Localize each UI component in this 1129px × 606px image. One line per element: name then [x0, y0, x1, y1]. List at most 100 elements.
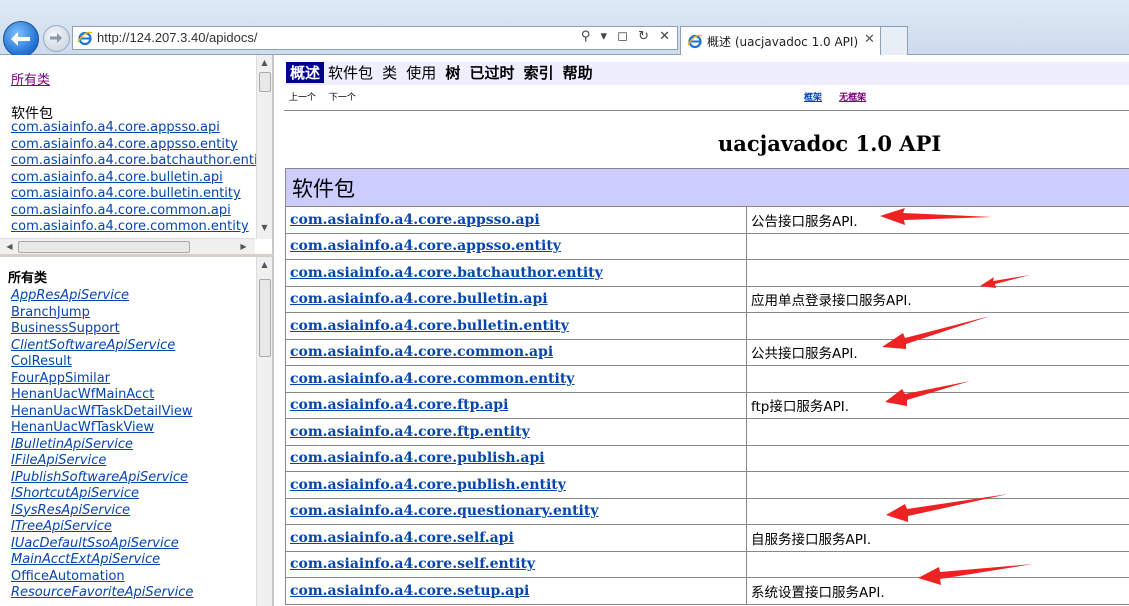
nav-overview[interactable]: 概述 [286, 62, 325, 83]
address-bar-tools-icon[interactable]: ⚲ ▾ ◻ ↻ ✕ [581, 29, 673, 44]
class-link[interactable]: BusinessSupport [11, 321, 120, 336]
class-link[interactable]: IFileApiService [11, 453, 106, 468]
class-link[interactable]: HenanUacWfMainAcct [11, 387, 154, 402]
class-list-item: BranchJump [11, 305, 193, 322]
url-text[interactable]: http://124.207.3.40/apidocs/ [97, 30, 257, 45]
package-summary-link[interactable]: com.asiainfo.a4.core.appsso.entity [290, 238, 561, 254]
tab-close-icon[interactable]: ✕ [864, 32, 875, 47]
class-link[interactable]: ResourceFavoriteApiService [11, 585, 193, 600]
package-description: 公告接口服务API. [751, 213, 858, 230]
class-list-item: OfficeAutomation [11, 569, 193, 586]
table-row: com.asiainfo.a4.core.batchauthor.entity [285, 259, 1129, 287]
nav-help[interactable]: 帮助 [563, 62, 593, 83]
description-cell [746, 365, 1129, 393]
package-cell: com.asiainfo.a4.core.publish.entity [285, 471, 747, 499]
class-link[interactable]: HenanUacWfTaskView [11, 420, 154, 435]
package-summary-link[interactable]: com.asiainfo.a4.core.bulletin.entity [290, 318, 569, 334]
address-bar[interactable]: http://124.207.3.40/apidocs/ ⚲ ▾ ◻ ↻ ✕ [72, 26, 678, 50]
package-summary-link[interactable]: com.asiainfo.a4.core.setup.api [290, 583, 529, 599]
package-summary-link[interactable]: com.asiainfo.a4.core.questionary.entity [290, 503, 598, 519]
class-list-item: IFileApiService [11, 453, 193, 470]
package-summary-table: 软件包 com.asiainfo.a4.core.appsso.api 公告接口服… [285, 168, 1129, 605]
package-link[interactable]: com.asiainfo.a4.core.bulletin.api [11, 170, 223, 185]
description-cell [746, 259, 1129, 287]
package-summary-link[interactable]: com.asiainfo.a4.core.batchauthor.entity [290, 265, 603, 281]
scroll-thumb[interactable] [259, 72, 271, 92]
class-list-item: ITreeApiService [11, 519, 193, 536]
package-link[interactable]: com.asiainfo.a4.core.appsso.api [11, 120, 220, 135]
scroll-right-icon[interactable]: ▶ [236, 239, 251, 254]
nav-package: 软件包 [328, 64, 374, 82]
class-link[interactable]: HenanUacWfTaskDetailView [11, 404, 192, 419]
package-summary-link[interactable]: com.asiainfo.a4.core.ftp.api [290, 397, 508, 413]
description-cell [746, 232, 1129, 260]
package-summary-link[interactable]: com.asiainfo.a4.core.publish.api [290, 450, 545, 466]
package-summary-link[interactable]: com.asiainfo.a4.core.common.api [290, 344, 553, 360]
class-list-item: ISysResApiService [11, 503, 193, 520]
scroll-up-icon[interactable]: ▲ [257, 257, 272, 272]
table-row: com.asiainfo.a4.core.common.entity [285, 365, 1129, 393]
classes-frame-vscrollbar[interactable]: ▲ [256, 257, 272, 606]
browser-tab[interactable]: 概述 (uacjavadoc 1.0 API) ✕ [680, 26, 882, 55]
package-summary-link[interactable]: com.asiainfo.a4.core.publish.entity [290, 477, 566, 493]
package-summary-link[interactable]: com.asiainfo.a4.core.ftp.entity [290, 424, 530, 440]
class-link[interactable]: IPublishSoftwareApiService [11, 470, 188, 485]
new-tab-button[interactable] [880, 26, 908, 55]
package-frame-hscrollbar[interactable]: ◀ ▶ [0, 238, 255, 255]
scroll-down-icon[interactable]: ▼ [257, 220, 272, 235]
package-link[interactable]: com.asiainfo.a4.core.common.entity [11, 219, 249, 234]
package-description: 系统设置接口服务API. [751, 584, 885, 601]
scroll-left-icon[interactable]: ◀ [2, 239, 17, 254]
scroll-thumb[interactable] [18, 241, 190, 253]
description-cell: ftp接口服务API. [746, 391, 1129, 419]
package-cell: com.asiainfo.a4.core.ftp.api [285, 391, 747, 419]
table-row: com.asiainfo.a4.core.ftp.entity [285, 418, 1129, 446]
package-frame-vscrollbar[interactable]: ▲ ▼ [256, 55, 272, 239]
package-summary-link[interactable]: com.asiainfo.a4.core.self.entity [290, 556, 535, 572]
class-link[interactable]: OfficeAutomation [11, 569, 125, 584]
class-link[interactable]: ITreeApiService [11, 519, 112, 534]
table-row: com.asiainfo.a4.core.bulletin.api 应用单点登录接… [285, 285, 1129, 313]
class-link[interactable]: MainAcctExtApiService [11, 552, 160, 567]
class-link[interactable]: AppResApiService [11, 288, 129, 303]
class-list-item: ColResult [11, 354, 193, 371]
package-list-item: com.asiainfo.a4.core.appsso.entity [11, 137, 270, 154]
package-link[interactable]: com.asiainfo.a4.core.bulletin.entity [11, 186, 241, 201]
class-link[interactable]: IUacDefaultSsoApiService [11, 536, 179, 551]
class-link[interactable]: FourAppSimilar [11, 371, 110, 386]
nav-deprecated[interactable]: 已过时 [469, 62, 514, 83]
class-link[interactable]: BranchJump [11, 305, 90, 320]
class-link[interactable]: IShortcutApiService [11, 486, 139, 501]
package-summary-link[interactable]: com.asiainfo.a4.core.bulletin.api [290, 291, 548, 307]
nav-tree[interactable]: 树 [445, 62, 460, 83]
class-link[interactable]: ISysResApiService [11, 503, 130, 518]
class-link[interactable]: IBulletinApiService [11, 437, 133, 452]
class-link[interactable]: ClientSoftwareApiService [11, 338, 175, 353]
package-link[interactable]: com.asiainfo.a4.core.appsso.entity [11, 137, 238, 152]
class-list-item: IPublishSoftwareApiService [11, 470, 193, 487]
forward-button[interactable] [43, 25, 70, 52]
nav-index[interactable]: 索引 [524, 62, 554, 83]
scroll-thumb[interactable] [259, 279, 271, 357]
class-list-item: IBulletinApiService [11, 437, 193, 454]
ie-logo-icon [687, 34, 703, 49]
package-summary-link[interactable]: com.asiainfo.a4.core.appsso.api [290, 212, 540, 228]
package-cell: com.asiainfo.a4.core.common.entity [285, 365, 747, 393]
description-cell [746, 550, 1129, 578]
package-link[interactable]: com.asiainfo.a4.core.common.api [11, 203, 231, 218]
nav-class: 类 [382, 64, 398, 82]
description-cell [746, 312, 1129, 340]
all-classes-link[interactable]: 所有类 [11, 69, 50, 88]
package-summary-link[interactable]: com.asiainfo.a4.core.common.entity [290, 371, 574, 387]
package-link[interactable]: com.asiainfo.a4.core.batchauthor.entity [11, 153, 270, 168]
scroll-up-icon[interactable]: ▲ [257, 55, 272, 70]
no-frames-link[interactable]: 无框架 [839, 93, 866, 103]
frames-link[interactable]: 框架 [804, 93, 822, 103]
class-list-item: HenanUacWfMainAcct [11, 387, 193, 404]
overview-frame: 概述 软件包 类 使用 树 已过时 索引 帮助 上一个 下一个 框架 无框架 ua… [276, 55, 1129, 606]
back-button[interactable] [3, 21, 39, 57]
class-link[interactable]: ColResult [11, 354, 72, 369]
package-summary-link[interactable]: com.asiainfo.a4.core.self.api [290, 530, 514, 546]
description-cell [746, 497, 1129, 525]
table-row: com.asiainfo.a4.core.self.api 自服务接口服务API. [285, 524, 1129, 552]
